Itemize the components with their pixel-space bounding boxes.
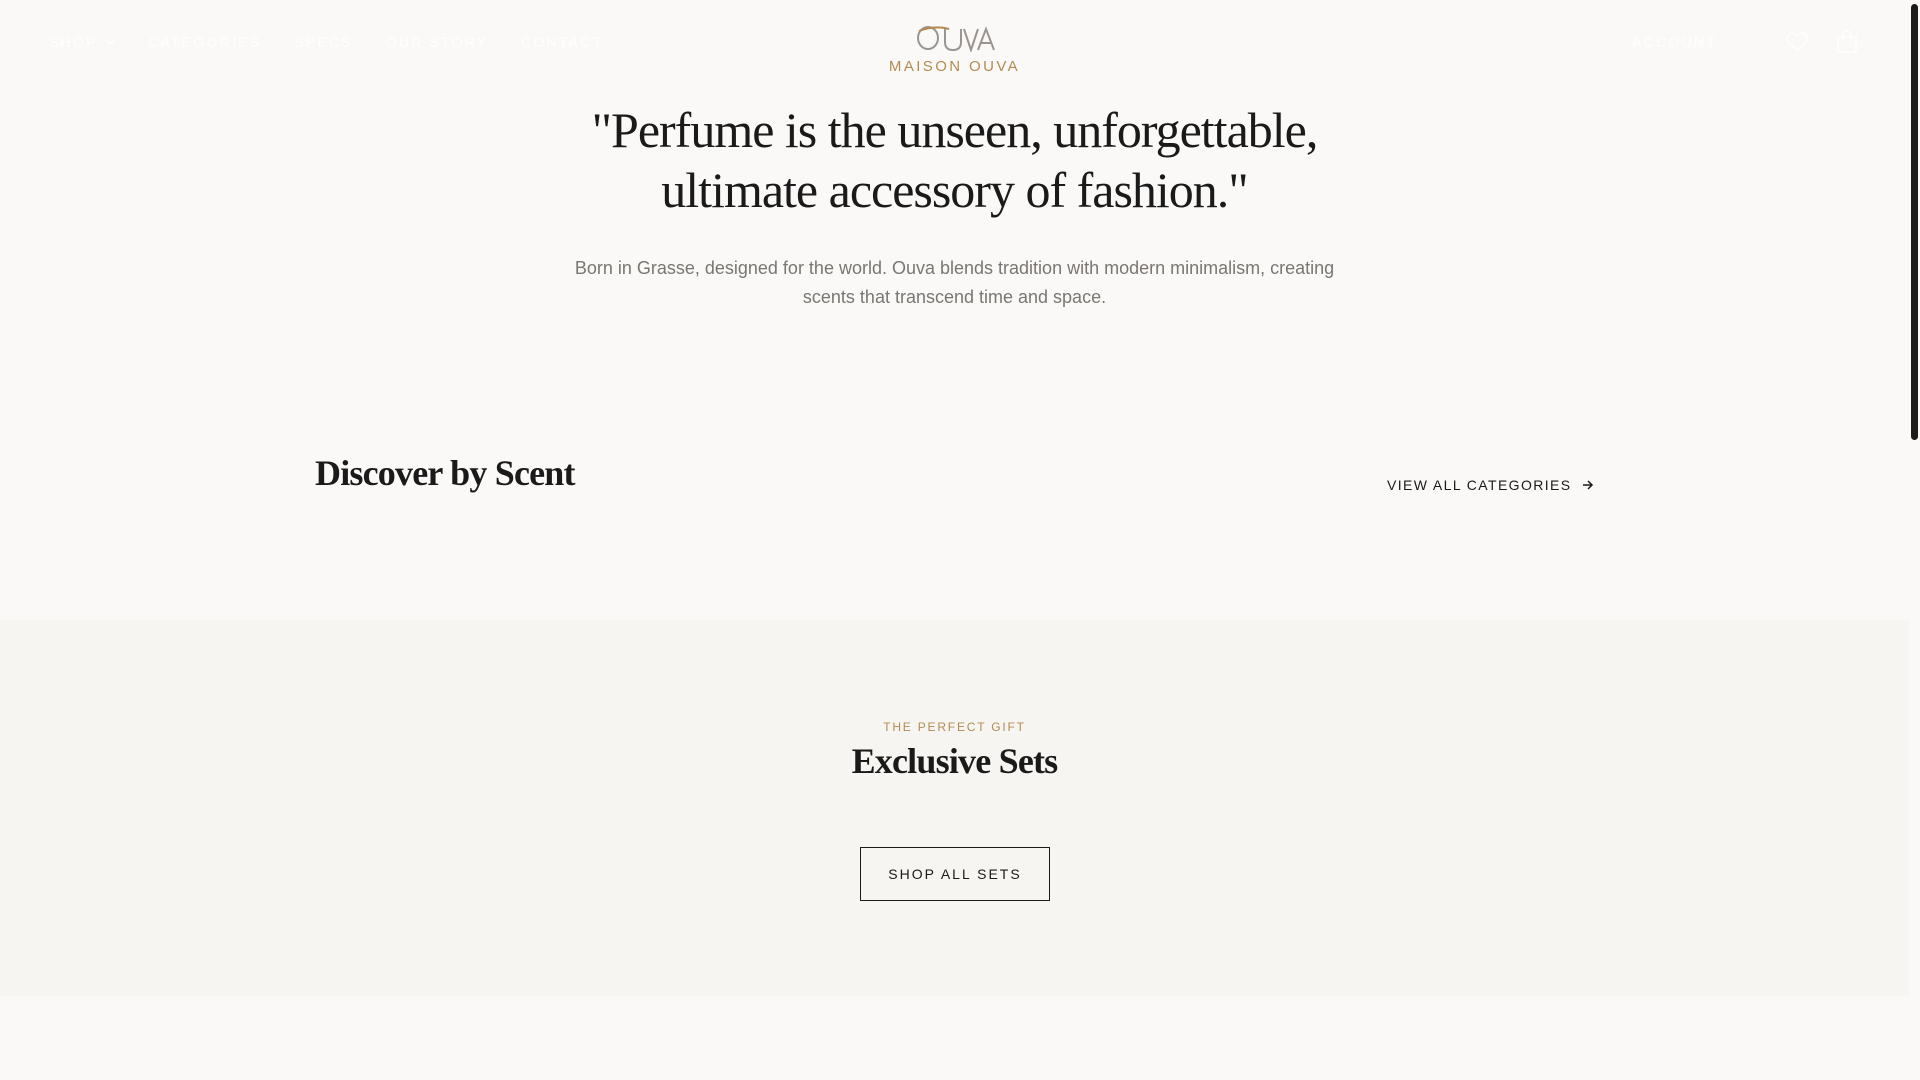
exclusive-sets-section xyxy=(0,620,1909,996)
nav-item-label: CATEGORIES xyxy=(148,34,262,50)
sets-eyebrow: THE PERFECT GIFT xyxy=(883,720,1026,734)
sets-title: Exclusive Sets xyxy=(851,741,1059,781)
nav-item-label: OUR STORY xyxy=(385,34,489,50)
ouva-logo-mark xyxy=(916,26,995,52)
primary-nav: SHOP CATEGORIES SPECS OUR STORY CONTACT xyxy=(49,34,636,50)
hero-intro: Born in Grasse, designed for the world. … xyxy=(0,254,1909,312)
utility-nav: ACCOUNT xyxy=(1632,28,1861,56)
chevron-down-icon xyxy=(105,37,115,48)
nav-item-label: CONTACT xyxy=(521,34,604,50)
nav-item-label: SPECS xyxy=(294,34,353,50)
nav-item-label: SHOP xyxy=(49,34,98,50)
scrollbar-thumb[interactable] xyxy=(1911,4,1918,440)
brand-subtitle: MAISON OUVA xyxy=(888,58,1021,75)
hero-quote: "Perfume is the unseen, unforgettable, u… xyxy=(0,100,1909,220)
shopping-bag-icon[interactable] xyxy=(1833,28,1861,56)
nav-item-categories[interactable]: CATEGORIES xyxy=(148,34,261,50)
account-link[interactable]: ACCOUNT xyxy=(1632,34,1717,50)
brand-logo[interactable]: MAISON OUVA xyxy=(855,22,1055,75)
view-all-label: VIEW ALL CATEGORIES xyxy=(1387,477,1572,493)
discover-title: Discover by Scent xyxy=(315,453,576,493)
nav-item-shop[interactable]: SHOP xyxy=(49,34,115,50)
nav-item-contact[interactable]: CONTACT xyxy=(521,34,603,50)
hero-quote-line: ultimate accessory of fashion." xyxy=(661,162,1248,218)
nav-item-specs[interactable]: SPECS xyxy=(294,34,352,50)
arrow-right-icon xyxy=(1582,477,1594,493)
hero-intro-line: scents that transcend time and space. xyxy=(802,287,1107,307)
nav-item-our-story[interactable]: OUR STORY xyxy=(386,34,489,50)
view-all-categories-link[interactable]: VIEW ALL CATEGORIES xyxy=(1387,477,1594,493)
hero-quote-line: "Perfume is the unseen, unforgettable, xyxy=(591,102,1319,158)
scrollbar-track[interactable] xyxy=(1909,0,1920,1080)
shop-all-sets-button[interactable]: SHOP ALL SETS xyxy=(860,847,1050,901)
site-header: SHOP CATEGORIES SPECS OUR STORY CONTACT … xyxy=(0,0,1909,90)
heart-icon[interactable] xyxy=(1783,28,1811,56)
hero-intro-line: Born in Grasse, designed for the world. … xyxy=(574,258,1335,278)
